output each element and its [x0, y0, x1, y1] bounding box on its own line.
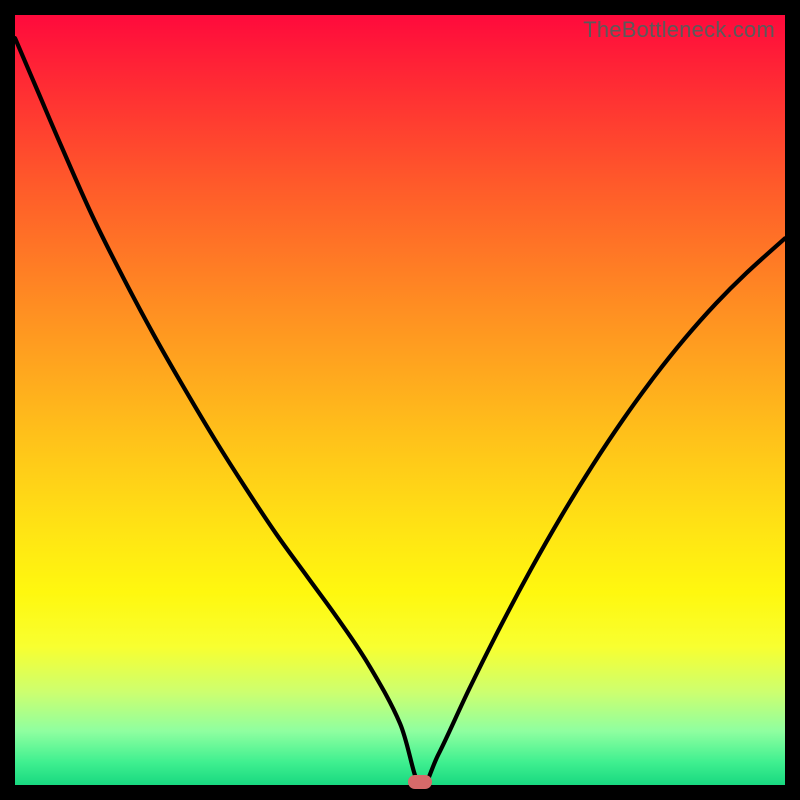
chart-frame: TheBottleneck.com — [0, 0, 800, 800]
minimum-marker — [408, 775, 432, 789]
plot-area: TheBottleneck.com — [15, 15, 785, 785]
bottleneck-curve — [15, 15, 785, 785]
